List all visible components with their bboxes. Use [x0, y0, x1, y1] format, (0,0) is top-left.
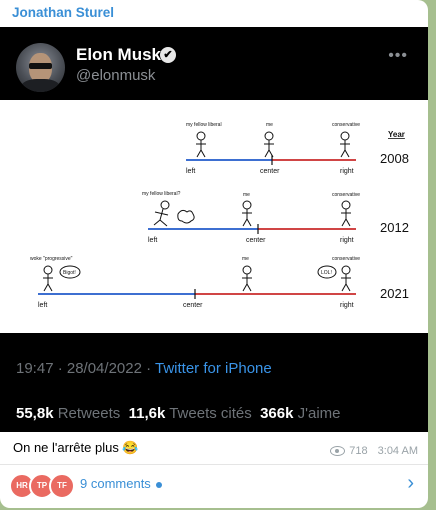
row1-left: left [186, 168, 195, 175]
avatar: TF [49, 473, 75, 499]
tweet-author-handle: @elonmusk [76, 67, 156, 84]
stick-figure [43, 265, 351, 292]
row3-year: 2021 [380, 286, 409, 301]
stick-figure [196, 131, 350, 158]
year-header: Year [388, 130, 405, 139]
eye-icon [330, 446, 346, 456]
meme-image: Year my fellow liberal me conservative l… [0, 100, 428, 333]
row2-right: right [340, 237, 354, 244]
row2-conservative-label: conservative [332, 192, 360, 198]
row2-me-label: me [243, 192, 250, 198]
row1-right: right [340, 168, 354, 175]
row1-liberal-label: my fellow liberal [186, 122, 222, 128]
message-time: 3:04 AM [377, 445, 418, 457]
tweet-timestamp: 19:47 · 28/04/2022 · Twitter for iPhone [16, 360, 272, 377]
row1-conservative-label: conservative [332, 122, 360, 128]
row2-center: center [246, 237, 266, 244]
more-options-icon[interactable]: ••• [388, 47, 408, 65]
unread-dot-icon [155, 481, 162, 488]
message-meta: 718 3:04 AM [330, 445, 418, 457]
avatar [16, 43, 65, 92]
row3-center: center [183, 302, 203, 309]
row3-liberal-label: woke "progressive" [30, 256, 73, 262]
message-bubble: Jonathan Sturel Elon Musk ✔ @elonmusk ••… [0, 0, 428, 508]
tweet-source-link[interactable]: Twitter for iPhone [155, 360, 272, 377]
row3-conservative-label: conservative [332, 256, 360, 262]
row1-year: 2008 [380, 151, 409, 166]
row3-me-label: me [242, 256, 249, 262]
commenter-avatars[interactable]: HR TP TF [9, 473, 75, 499]
comments-link[interactable]: 9 comments [80, 476, 162, 491]
row2-year: 2012 [380, 220, 409, 235]
tweet-stats: 55,8k Retweets 11,6k Tweets cités 366k J… [16, 405, 341, 422]
tweet-card[interactable]: Elon Musk ✔ @elonmusk ••• Year my fellow… [0, 27, 428, 432]
divider [0, 464, 428, 465]
row2-left: left [148, 237, 157, 244]
stick-figure [153, 200, 351, 227]
bigot-bubble: Bigot! [63, 270, 76, 276]
view-count: 718 [349, 445, 368, 457]
lol-bubble: LOL! [321, 270, 332, 276]
row3-left: left [38, 302, 47, 309]
row1-me-label: me [266, 122, 273, 128]
row3-right: right [340, 302, 354, 309]
row1-center: center [260, 168, 280, 175]
tweet-author-name: Elon Musk [76, 45, 162, 64]
chevron-right-icon[interactable]: › [407, 472, 414, 495]
row2-liberal-label: my fellow liberal? [142, 191, 181, 197]
sender-name[interactable]: Jonathan Sturel [12, 5, 114, 20]
verified-icon: ✔ [160, 47, 176, 63]
message-caption: On ne l'arrête plus 😂 [13, 440, 139, 455]
